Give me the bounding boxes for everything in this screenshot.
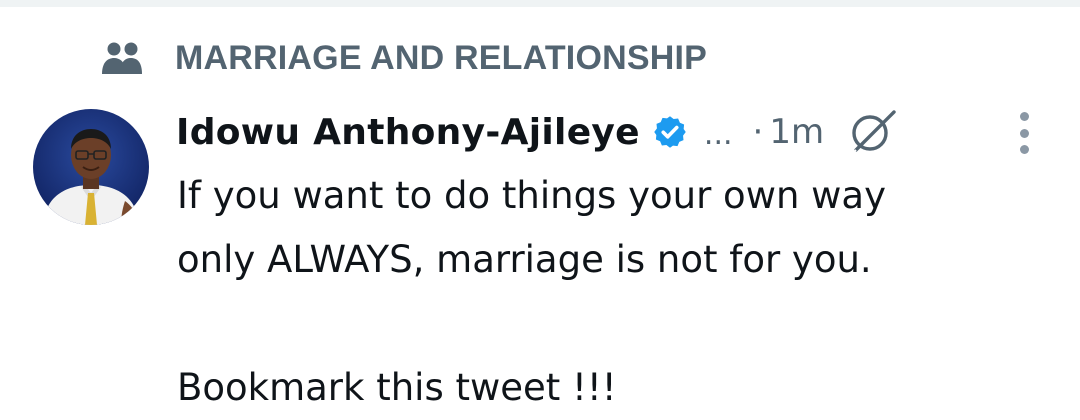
- top-divider: [0, 0, 1080, 7]
- grok-icon[interactable]: [846, 106, 898, 158]
- more-options-icon[interactable]: [1008, 112, 1040, 154]
- author-name[interactable]: Idowu Anthony-Ajileye: [176, 112, 640, 153]
- tweet-header: Idowu Anthony-Ajileye ... · 1m: [176, 104, 898, 160]
- tweet-timestamp[interactable]: 1m: [769, 112, 824, 152]
- verified-badge-icon[interactable]: [652, 112, 692, 152]
- tweet-body: If you want to do things your own way on…: [177, 164, 1057, 420]
- author-avatar[interactable]: [33, 109, 149, 225]
- tweet-text-line: If you want to do things your own way: [177, 174, 886, 217]
- separator-dot: ·: [752, 112, 764, 152]
- tweet-text-gap: [177, 292, 1057, 356]
- community-icon: [100, 38, 150, 78]
- tweet-text-line: Bookmark this tweet !!!: [177, 366, 617, 409]
- community-context[interactable]: MARRIAGE AND RELATIONSHIP: [100, 38, 707, 78]
- author-handle[interactable]: ...: [704, 117, 733, 152]
- tweet-text-line: only ALWAYS, marriage is not for you.: [177, 238, 872, 281]
- community-label: MARRIAGE AND RELATIONSHIP: [175, 38, 707, 77]
